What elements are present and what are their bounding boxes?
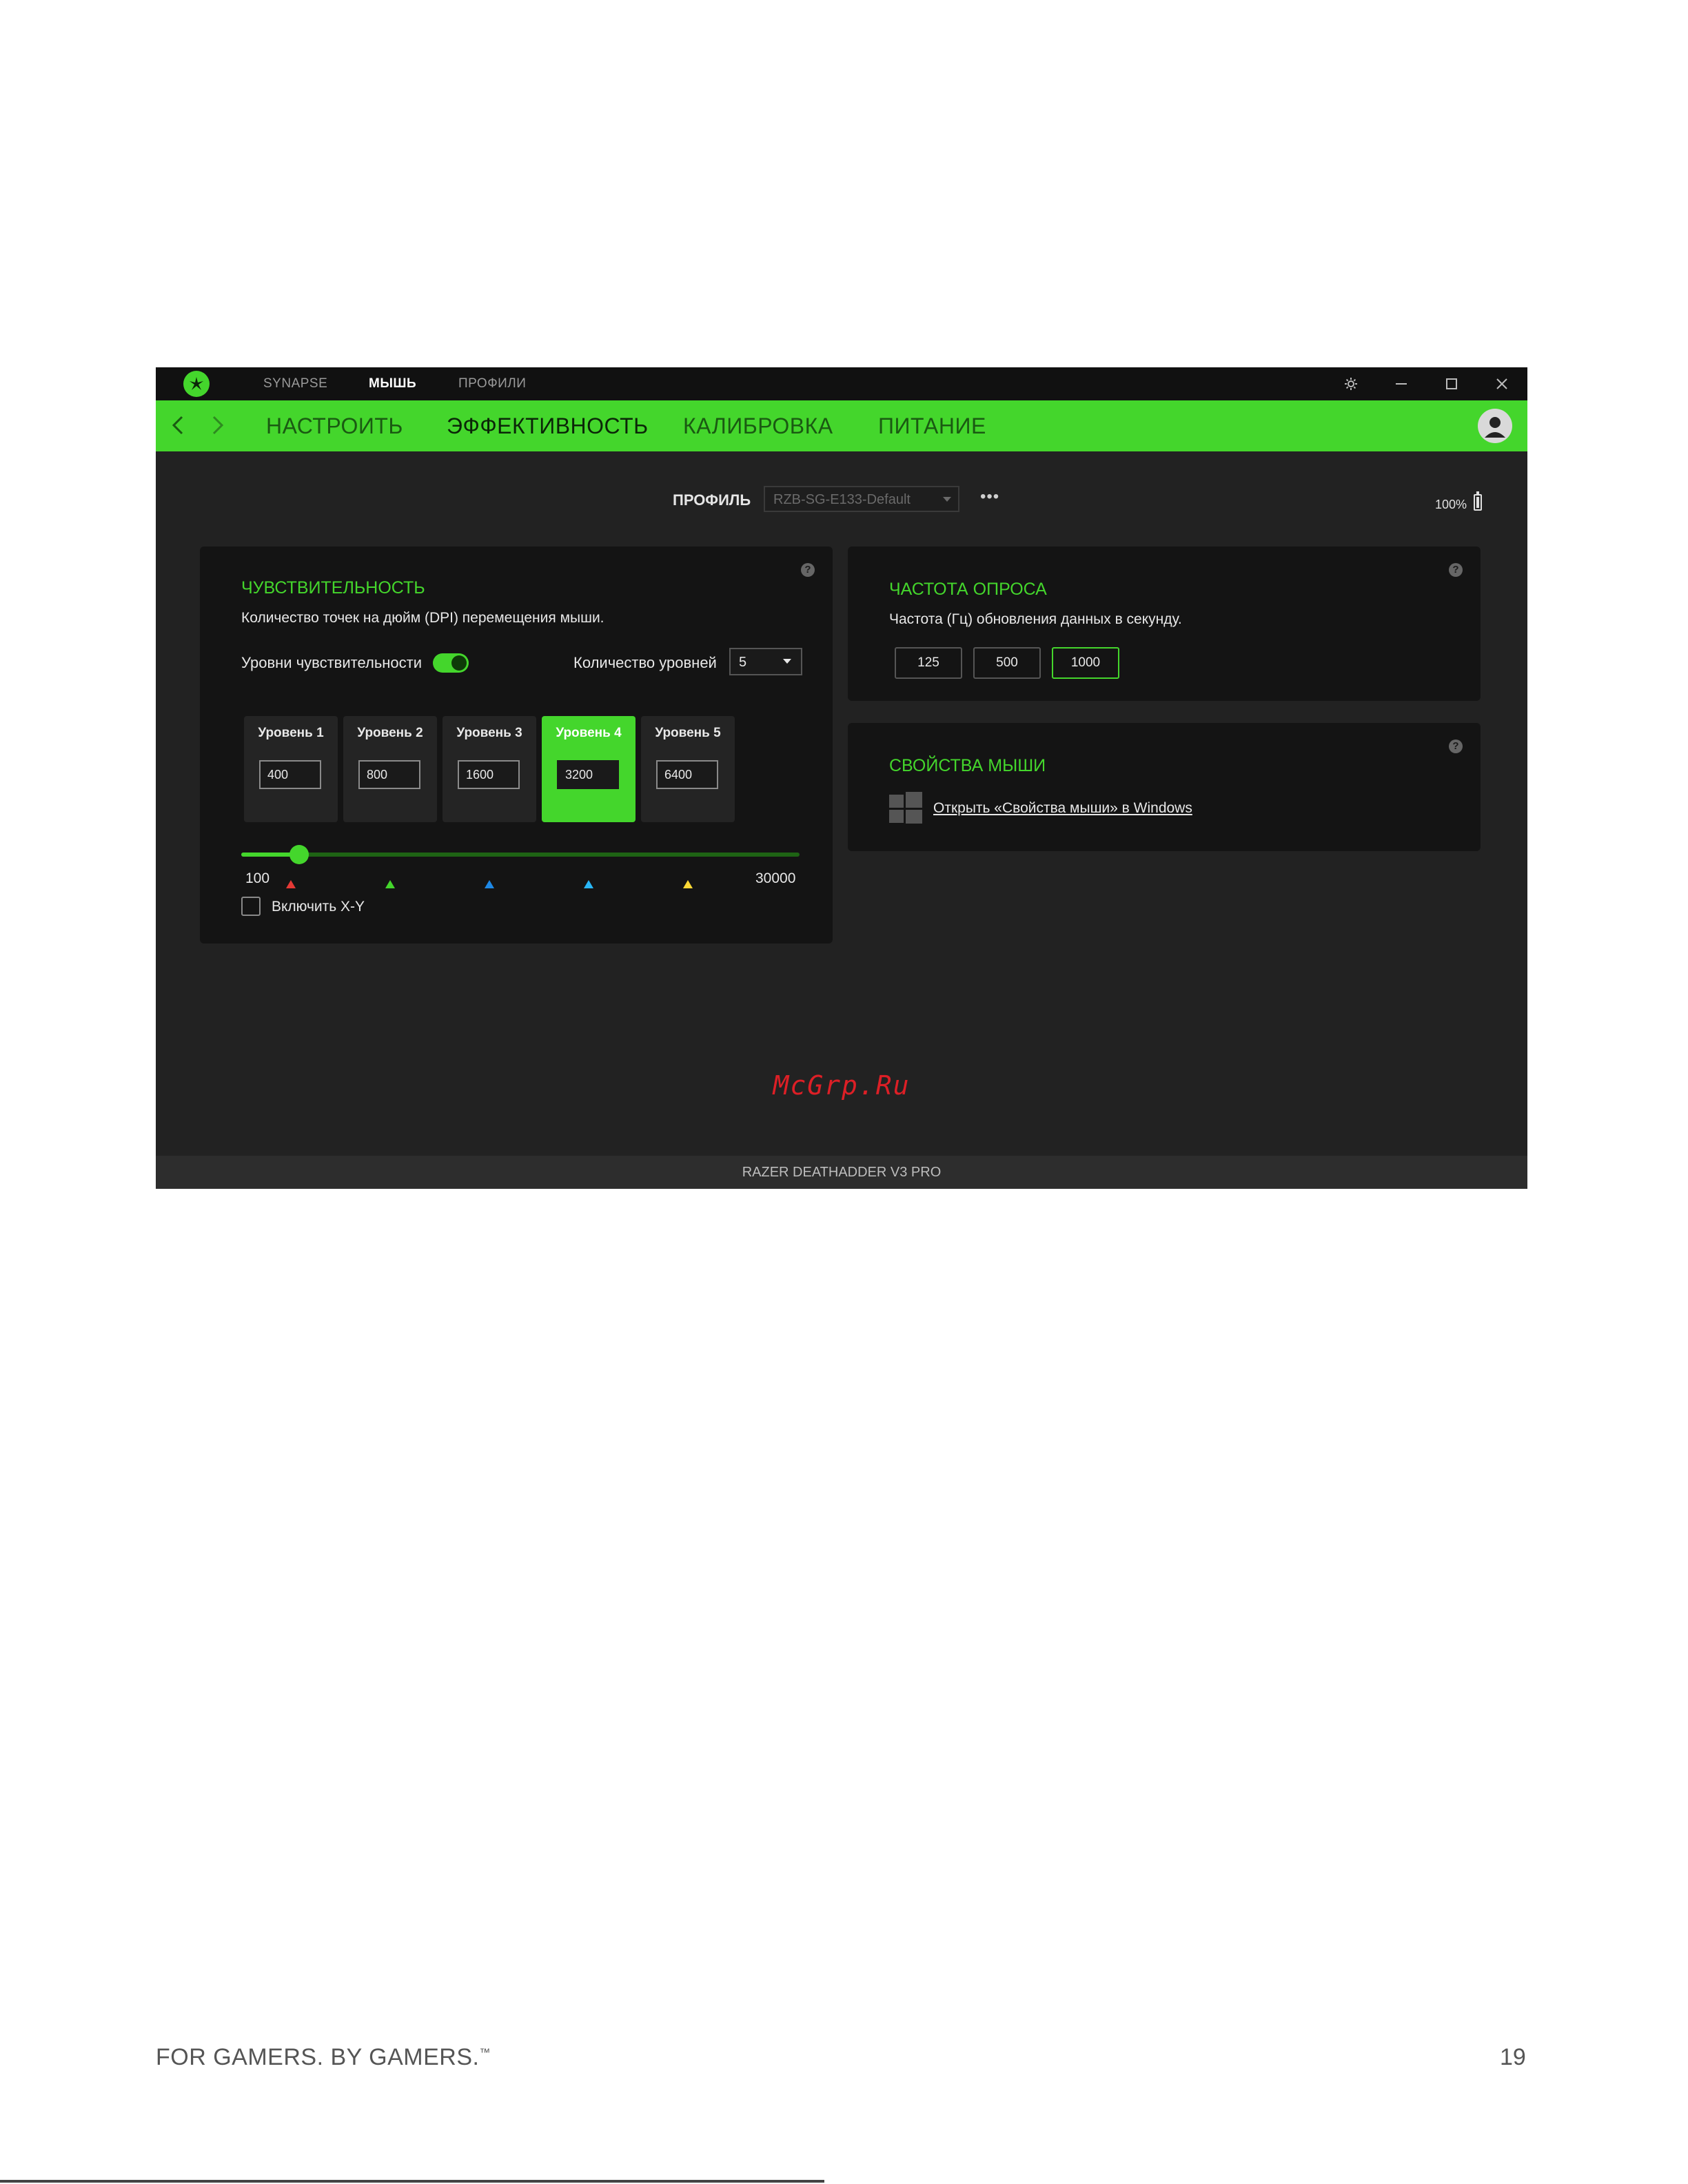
tab-power[interactable]: ПИТАНИЕ: [878, 414, 986, 439]
tab-customize[interactable]: НАСТРОИТЬ: [266, 414, 403, 439]
sensitivity-stages-label: Уровни чувствительности: [241, 654, 423, 671]
sensitivity-title: ЧУВСТВИТЕЛЬНОСТЬ: [241, 578, 425, 598]
mouse-properties-panel: ? СВОЙСТВА МЫШИ Открыть «Свойства мыши» …: [848, 723, 1481, 851]
footer-slogan: FOR GAMERS. BY GAMERS.™: [156, 2044, 491, 2070]
stage-1-marker: [286, 880, 296, 888]
sensitivity-panel: ? ЧУВСТВИТЕЛЬНОСТЬ Количество точек на д…: [200, 547, 833, 943]
tab-performance[interactable]: ЭФФЕКТИВНОСТЬ: [447, 414, 649, 439]
battery-level: 100%: [1435, 498, 1467, 511]
razer-logo-icon[interactable]: [183, 371, 210, 397]
xy-checkbox[interactable]: [241, 897, 261, 916]
stage-dpi-input[interactable]: 400: [259, 760, 321, 789]
stage-count-value: 5: [739, 655, 747, 670]
stage-dpi-input[interactable]: 800: [358, 760, 420, 789]
dropdown-caret-icon: [783, 659, 791, 664]
polling-500-button[interactable]: 500: [973, 647, 1041, 679]
sensitivity-description: Количество точек на дюйм (DPI) перемещен…: [241, 610, 604, 626]
minimize-icon[interactable]: [1390, 373, 1412, 395]
profile-label: ПРОФИЛЬ: [673, 491, 751, 509]
stage-card-3[interactable]: Уровень 3 1600: [443, 716, 536, 822]
watermark: McGrp.Ru: [773, 1070, 911, 1101]
mouse-properties-title: СВОЙСТВА МЫШИ: [889, 756, 1046, 775]
polling-1000-button[interactable]: 1000: [1052, 647, 1119, 679]
stage-name: Уровень 3: [456, 726, 522, 740]
profile-value: RZB-SG-E133-Default: [773, 492, 911, 507]
stage-name: Уровень 2: [357, 726, 423, 740]
dpi-slider-max: 30000: [755, 870, 796, 886]
stage-card-2[interactable]: Уровень 2 800: [343, 716, 437, 822]
topnav-profiles[interactable]: ПРОФИЛИ: [458, 376, 526, 391]
stage-card-5[interactable]: Уровень 5 6400: [641, 716, 735, 822]
stage-count-label: Количество уровней: [573, 654, 717, 671]
help-icon[interactable]: ?: [1449, 563, 1463, 577]
xy-label: Включить X-Y: [272, 899, 365, 915]
open-mouse-properties-link[interactable]: Открыть «Свойства мыши» в Windows: [933, 800, 1192, 817]
tab-calibration[interactable]: КАЛИБРОВКА: [683, 414, 833, 439]
stage-5-marker: [683, 880, 693, 888]
topnav-mouse[interactable]: МЫШЬ: [369, 376, 416, 391]
polling-panel: ? ЧАСТОТА ОПРОСА Частота (Гц) обновления…: [848, 547, 1481, 701]
stage-dpi-input[interactable]: 6400: [656, 760, 718, 789]
dpi-slider-min: 100: [245, 870, 270, 886]
stage-dpi-input[interactable]: 3200: [557, 760, 619, 789]
close-icon[interactable]: [1491, 373, 1513, 395]
maximize-icon[interactable]: [1441, 373, 1463, 395]
windows-logo-icon: [889, 792, 922, 824]
help-icon[interactable]: ?: [801, 563, 815, 577]
footer-rule: [0, 2180, 824, 2183]
device-status-bar: RAZER DEATHADDER V3 PRO: [156, 1156, 1527, 1189]
stage-card-4[interactable]: Уровень 4 3200: [542, 716, 635, 822]
dpi-slider-thumb[interactable]: [289, 845, 309, 864]
sensitivity-stages-toggle[interactable]: [433, 653, 469, 673]
subnav-bar: НАСТРОИТЬ ЭФФЕКТИВНОСТЬ КАЛИБРОВКА ПИТАН…: [156, 400, 1527, 451]
dpi-slider-track[interactable]: [241, 853, 800, 857]
stage-name: Уровень 4: [556, 726, 622, 740]
user-avatar-icon[interactable]: [1478, 409, 1512, 443]
title-bar: SYNAPSE МЫШЬ ПРОФИЛИ: [156, 367, 1527, 400]
stage-count-dropdown[interactable]: 5: [729, 648, 802, 675]
stage-dpi-input[interactable]: 1600: [458, 760, 520, 789]
stage-4-marker: [584, 880, 593, 888]
profile-more-button[interactable]: •••: [980, 487, 999, 507]
gear-icon[interactable]: [1340, 373, 1362, 395]
page-number: 19: [1500, 2044, 1526, 2070]
help-icon[interactable]: ?: [1449, 739, 1463, 753]
stage-name: Уровень 1: [258, 726, 324, 740]
topnav-synapse[interactable]: SYNAPSE: [263, 376, 327, 391]
dropdown-caret-icon: [943, 497, 951, 502]
profile-dropdown[interactable]: RZB-SG-E133-Default: [764, 486, 959, 512]
stage-name: Уровень 5: [655, 726, 721, 740]
stage-3-marker: [485, 880, 494, 888]
stage-2-marker: [385, 880, 395, 888]
polling-125-button[interactable]: 125: [895, 647, 962, 679]
polling-title: ЧАСТОТА ОПРОСА: [889, 580, 1047, 599]
battery-icon: [1474, 491, 1482, 511]
polling-description: Частота (Гц) обновления данных в секунду…: [889, 611, 1182, 627]
forward-arrow-icon[interactable]: [210, 413, 226, 438]
stage-card-1[interactable]: Уровень 1 400: [244, 716, 338, 822]
synapse-window: SYNAPSE МЫШЬ ПРОФИЛИ НАСТРОИТЬ ЭФФЕКТИВН…: [156, 367, 1527, 1189]
back-arrow-icon[interactable]: [170, 413, 186, 438]
device-name: RAZER DEATHADDER V3 PRO: [742, 1165, 942, 1180]
